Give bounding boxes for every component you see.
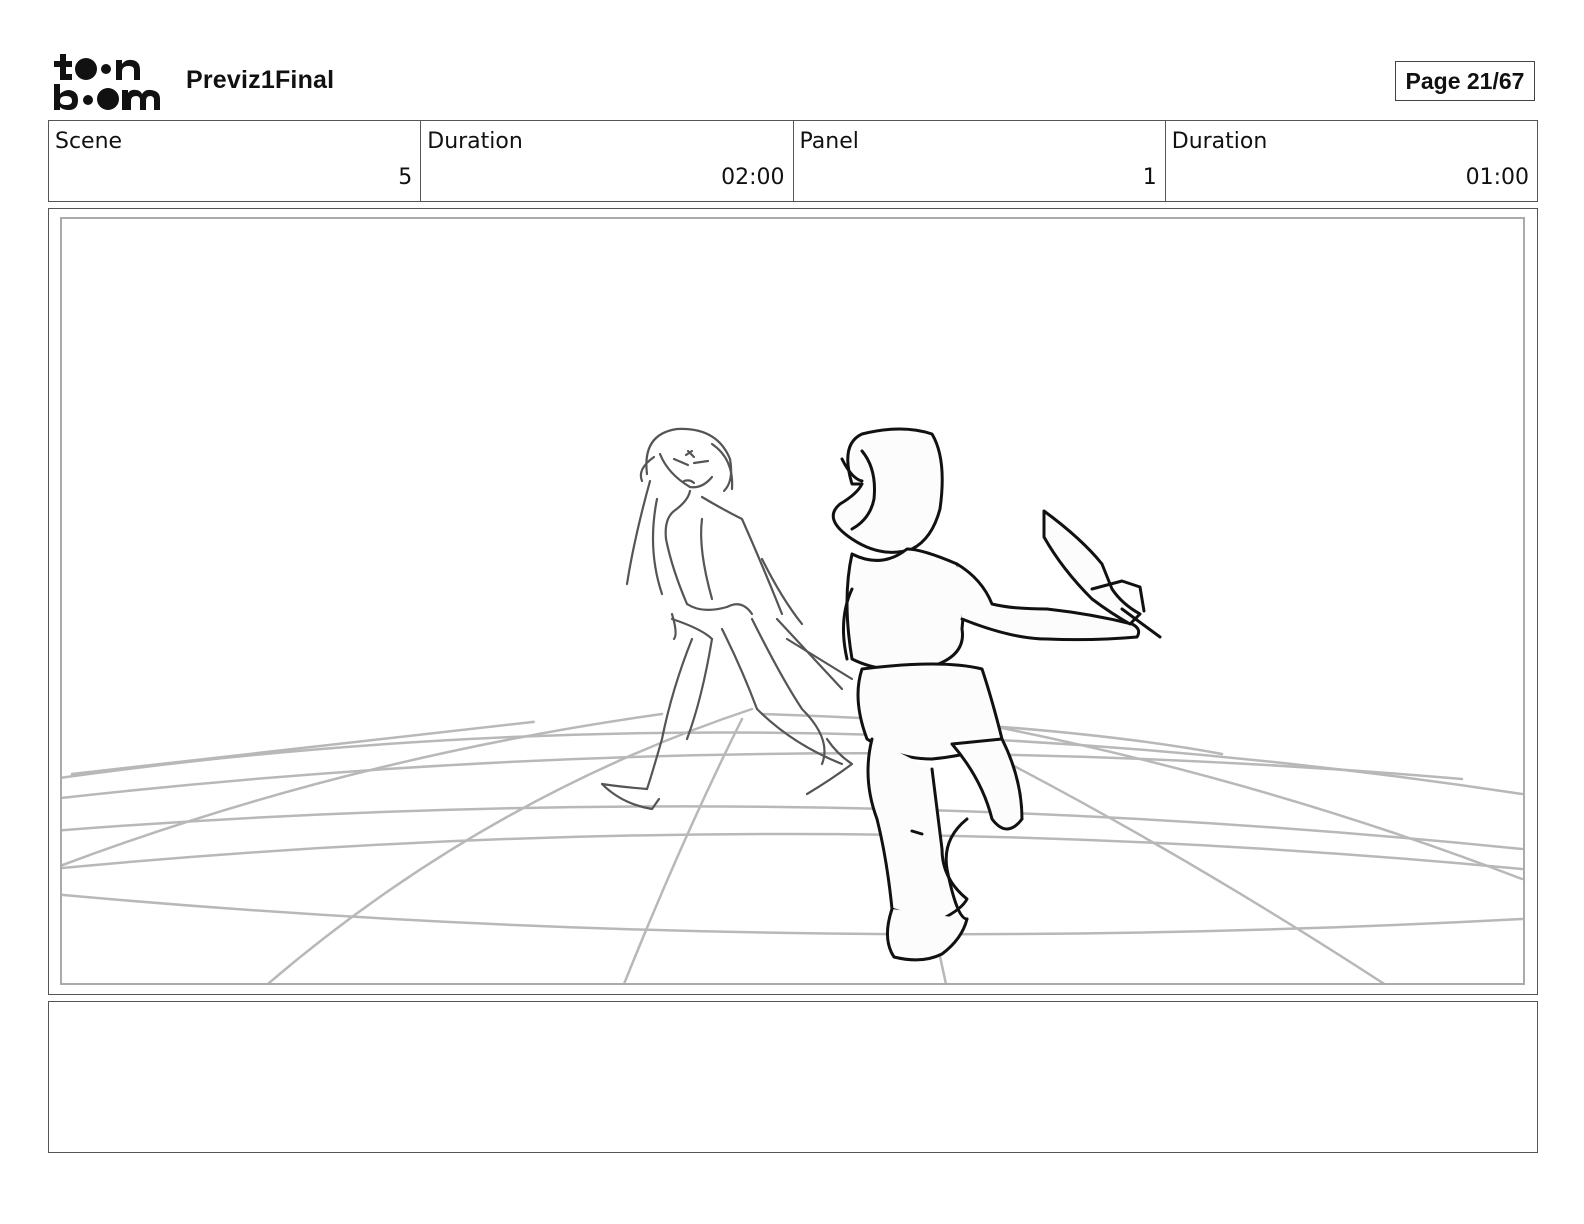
panel-value: 1 <box>1142 165 1157 190</box>
storyboard-panel-frame <box>48 208 1538 995</box>
panel-duration-value: 01:00 <box>1465 165 1529 190</box>
scene-duration-cell: Duration 02:00 <box>421 121 794 201</box>
scene-label: Scene <box>55 129 123 154</box>
panel-duration-label: Duration <box>1171 129 1268 154</box>
toon-boom-logo <box>52 52 164 112</box>
project-title: Previz1Final <box>186 66 335 94</box>
right-fighter-sketch-icon <box>831 427 1162 962</box>
scene-info-bar: Scene 5 Duration 02:00 Panel 1 Duration … <box>48 120 1538 202</box>
page-indicator: Page 21/67 <box>1395 61 1535 101</box>
storyboard-panel-image <box>60 217 1525 985</box>
scene-duration-label: Duration <box>427 129 523 154</box>
panel-notes-box <box>48 1001 1538 1153</box>
scene-cell: Scene 5 <box>49 121 422 201</box>
floor-grid-icon <box>62 707 1523 983</box>
toon-boom-logo-icon <box>54 54 160 110</box>
storyboard-sketch-two-fighters-icon <box>62 427 1523 983</box>
scene-value: 5 <box>398 165 413 190</box>
panel-label: Panel <box>799 129 859 154</box>
scene-duration-value: 02:00 <box>721 165 785 190</box>
panel-cell: Panel 1 <box>794 121 1166 201</box>
panel-duration-cell: Duration 01:00 <box>1166 121 1537 201</box>
